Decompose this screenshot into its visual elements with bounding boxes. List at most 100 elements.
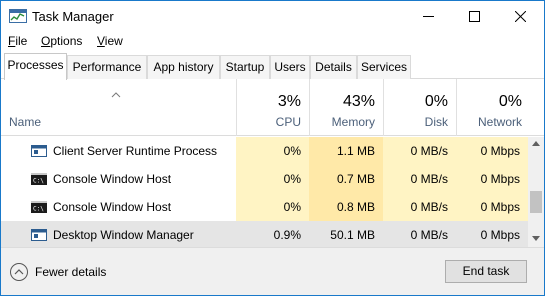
- cpu-value: 0%: [283, 172, 301, 186]
- column-header-name[interactable]: Name: [9, 115, 41, 129]
- cpu-value: 0%: [283, 144, 301, 158]
- tab-services[interactable]: Services: [357, 55, 411, 79]
- close-button[interactable]: [498, 1, 544, 32]
- title-bar[interactable]: Task Manager: [1, 1, 544, 32]
- process-name-cell: C:\ Console Window Host: [1, 193, 236, 221]
- tab-details[interactable]: Details: [310, 55, 357, 79]
- disk-cell: 0 MB/s: [383, 221, 456, 247]
- process-name: Client Server Runtime Process: [53, 144, 218, 158]
- table-row-selected[interactable]: Desktop Window Manager 0.9% 50.1 MB 0 MB…: [1, 221, 528, 247]
- tab-performance[interactable]: Performance: [67, 55, 147, 79]
- maximize-button[interactable]: [452, 1, 498, 32]
- menu-options[interactable]: Options: [41, 34, 82, 48]
- memory-cell: 0.7 MB: [309, 165, 383, 193]
- disk-cell: 0 MB/s: [383, 193, 456, 221]
- svg-text:C:\: C:\: [33, 206, 44, 213]
- column-header-cpu[interactable]: 3% CPU: [236, 79, 309, 136]
- network-value: 0 Mbps: [480, 200, 520, 214]
- table-row[interactable]: C:\ Console Window Host 0% 0.8 MB 0 MB/s…: [1, 193, 528, 221]
- window-app-icon: [31, 229, 47, 241]
- vertical-scrollbar[interactable]: [528, 137, 544, 247]
- minimize-icon: [423, 16, 434, 17]
- disk-value: 0 MB/s: [410, 172, 448, 186]
- disk-value: 0 MB/s: [410, 200, 448, 214]
- menu-file-label: ile: [15, 34, 28, 48]
- menu-bar: File Options View: [1, 32, 544, 52]
- disk-cell: 0 MB/s: [383, 165, 456, 193]
- end-task-label: End task: [462, 264, 510, 278]
- memory-value: 1.1 MB: [336, 144, 375, 158]
- end-task-button[interactable]: End task: [445, 260, 527, 283]
- network-cell: 0 Mbps: [456, 193, 528, 221]
- scrollbar-thumb[interactable]: [530, 191, 542, 213]
- table-row[interactable]: C:\ Console Window Host 0% 0.7 MB 0 MB/s…: [1, 165, 528, 193]
- chevron-up-circle-icon[interactable]: [9, 262, 29, 282]
- column-header-network[interactable]: 0% Network: [456, 79, 544, 136]
- network-total-percent: 0%: [498, 93, 522, 110]
- sort-ascending-icon[interactable]: [111, 92, 121, 98]
- maximize-icon: [469, 11, 480, 22]
- cpu-column-label: CPU: [275, 115, 301, 129]
- cpu-value: 0.9%: [273, 228, 301, 242]
- footer-bar: Fewer details End task: [1, 247, 544, 295]
- process-name-cell: C:\ Console Window Host: [1, 165, 236, 193]
- menu-view[interactable]: View: [97, 34, 123, 48]
- tab-users[interactable]: Users: [270, 55, 310, 79]
- process-list: Client Server Runtime Process 0% 1.1 MB …: [1, 137, 528, 247]
- cpu-cell: 0%: [236, 137, 309, 165]
- disk-value: 0 MB/s: [410, 144, 448, 158]
- cpu-value: 0%: [283, 200, 301, 214]
- menu-options-mnemonic: O: [41, 34, 51, 48]
- table-row[interactable]: Client Server Runtime Process 0% 1.1 MB …: [1, 137, 528, 165]
- tab-strip: Processes Performance App history Startu…: [1, 53, 544, 80]
- network-column-label: Network: [477, 115, 522, 129]
- memory-total-percent: 43%: [342, 93, 375, 110]
- menu-view-label: iew: [104, 34, 123, 48]
- menu-file[interactable]: File: [8, 34, 27, 48]
- disk-column-label: Disk: [424, 115, 448, 129]
- memory-value: 0.8 MB: [336, 200, 375, 214]
- task-manager-icon: [9, 9, 27, 23]
- process-name-cell: Client Server Runtime Process: [1, 137, 236, 165]
- scroll-down-arrow-icon[interactable]: [532, 236, 540, 241]
- fewer-details-link[interactable]: Fewer details: [35, 265, 106, 279]
- menu-view-mnemonic: V: [97, 34, 105, 48]
- memory-column-label: Memory: [331, 115, 375, 129]
- process-name: Console Window Host: [53, 172, 172, 186]
- network-value: 0 Mbps: [480, 228, 520, 242]
- close-icon: [515, 11, 526, 22]
- network-cell: 0 Mbps: [456, 137, 528, 165]
- memory-value: 0.7 MB: [336, 172, 375, 186]
- task-manager-window: Task Manager File Options View Processes…: [0, 0, 545, 296]
- cpu-cell: 0%: [236, 165, 309, 193]
- svg-text:C:\: C:\: [33, 178, 44, 185]
- process-name-cell: Desktop Window Manager: [1, 221, 236, 247]
- memory-cell: 50.1 MB: [309, 221, 383, 247]
- network-cell: 0 Mbps: [456, 221, 528, 247]
- memory-cell: 1.1 MB: [309, 137, 383, 165]
- tab-startup[interactable]: Startup: [220, 55, 270, 79]
- process-name: Desktop Window Manager: [53, 228, 194, 242]
- cpu-total-percent: 3%: [277, 93, 301, 110]
- cpu-cell: 0%: [236, 193, 309, 221]
- tab-processes[interactable]: Processes: [4, 53, 67, 80]
- network-value: 0 Mbps: [480, 172, 520, 186]
- memory-cell: 0.8 MB: [309, 193, 383, 221]
- process-table-header: Name 3% CPU 43% Memory 0% Disk 0% Networ…: [1, 79, 544, 136]
- column-header-memory[interactable]: 43% Memory: [309, 79, 383, 136]
- minimize-button[interactable]: [406, 1, 452, 32]
- tab-app-history[interactable]: App history: [147, 55, 220, 79]
- cpu-cell: 0.9%: [236, 221, 309, 247]
- process-name: Console Window Host: [53, 200, 172, 214]
- memory-value: 50.1 MB: [330, 228, 375, 242]
- console-icon: C:\: [31, 173, 47, 185]
- network-value: 0 Mbps: [480, 144, 520, 158]
- window-app-icon: [31, 145, 47, 157]
- disk-value: 0 MB/s: [410, 228, 448, 242]
- scroll-up-arrow-icon[interactable]: [532, 141, 540, 146]
- disk-cell: 0 MB/s: [383, 137, 456, 165]
- column-header-disk[interactable]: 0% Disk: [383, 79, 456, 136]
- network-cell: 0 Mbps: [456, 165, 528, 193]
- window-title: Task Manager: [32, 9, 114, 24]
- console-icon: C:\: [31, 201, 47, 213]
